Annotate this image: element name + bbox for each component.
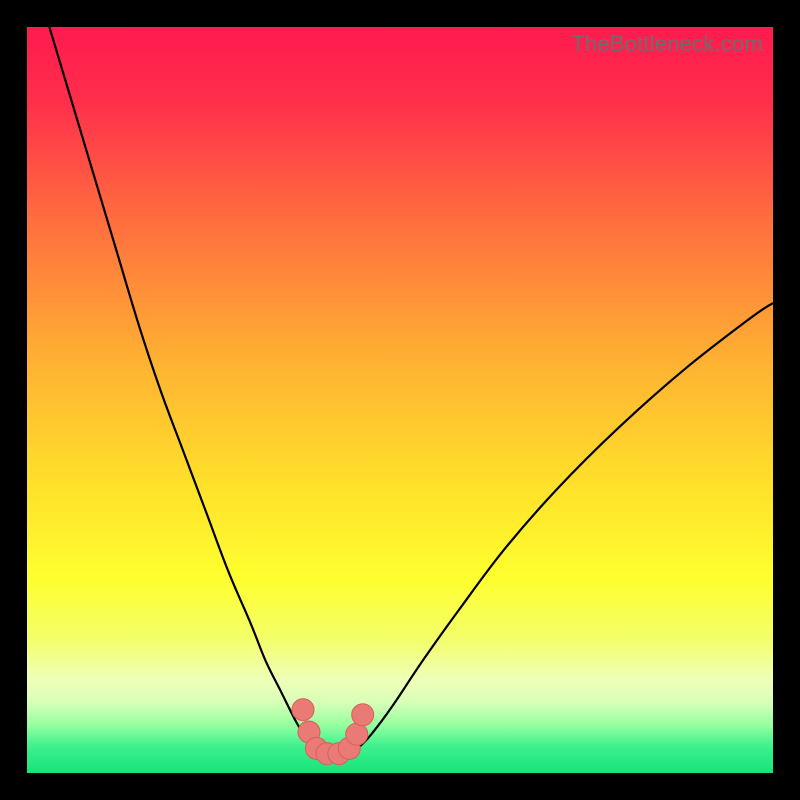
curve-right-branch — [355, 303, 773, 751]
marker-group — [292, 699, 374, 765]
outer-frame: TheBottleneck.com — [0, 0, 800, 800]
curve-layer — [27, 27, 773, 773]
valley-marker — [292, 699, 314, 721]
curve-left-branch — [49, 27, 314, 751]
valley-marker — [346, 723, 368, 745]
valley-marker — [352, 704, 374, 726]
watermark-text: TheBottleneck.com — [571, 31, 763, 57]
plot-area: TheBottleneck.com — [27, 27, 773, 773]
